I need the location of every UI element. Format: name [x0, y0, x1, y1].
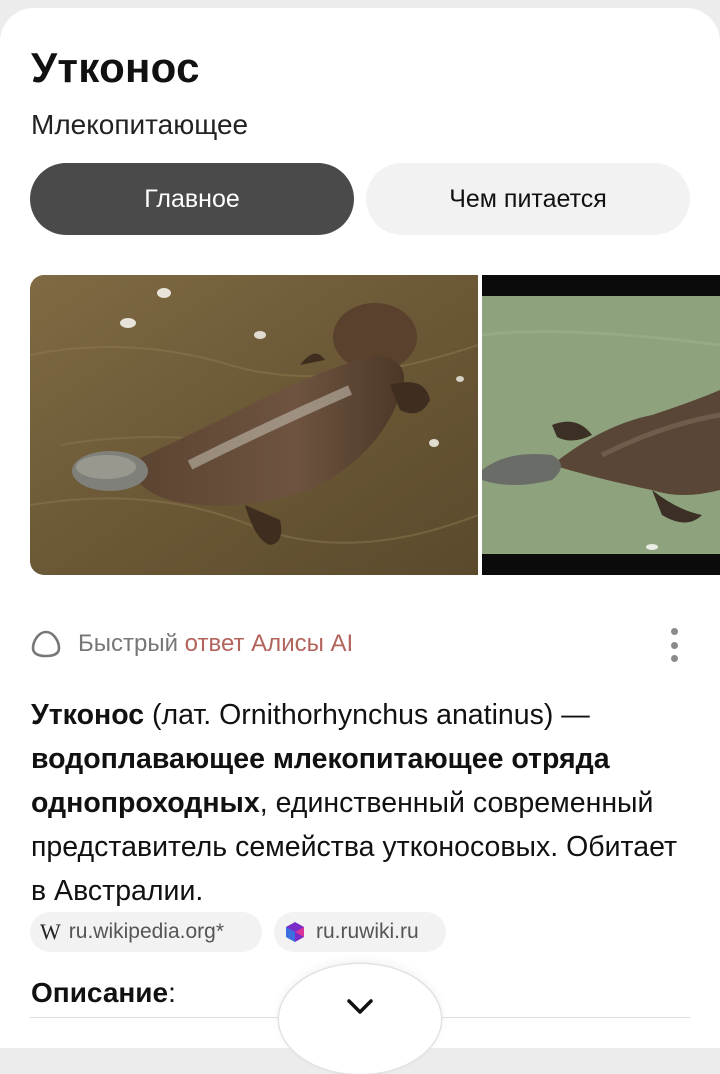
kebab-menu-icon[interactable]: [664, 628, 684, 662]
wikipedia-icon: W: [40, 919, 61, 944]
answer-term: Утконос: [31, 699, 145, 731]
card-title: Утконос: [31, 44, 200, 91]
tab-diet-label: Чем питается: [449, 184, 607, 213]
source-wikipedia[interactable]: W ru.wikipedia.org*: [30, 912, 262, 952]
source-ruwiki[interactable]: ru.ruwiki.ru: [274, 912, 446, 952]
platypus-photo-2: [482, 275, 720, 575]
ai-answer-label-prefix: Быстрый: [78, 630, 178, 657]
description-heading-text: Описание: [31, 977, 169, 1008]
tab-diet[interactable]: Чем питается: [366, 163, 690, 235]
ruwiki-icon: [286, 922, 304, 942]
answer-latin: (лат. Ornithorhynchus anatinus) —: [144, 699, 590, 731]
expand-button[interactable]: [279, 964, 441, 1074]
source-wikipedia-label: ru.wikipedia.org*: [68, 920, 225, 943]
platypus-photo-1: [30, 275, 478, 575]
description-heading: Описание:: [31, 977, 176, 1009]
chevron-down-icon: [347, 999, 373, 1014]
ai-answer-header: Быстрый ответ Алисы AI: [30, 628, 353, 660]
tab-main-label: Главное: [144, 184, 240, 213]
gallery-image-1[interactable]: [30, 275, 478, 575]
card-subtitle: Млекопитающее: [31, 109, 249, 140]
ai-answer-text: Утконос (лат. Ornithorhynchus anatinus) …: [31, 693, 691, 913]
alice-ring-icon: [31, 630, 61, 658]
gallery-image-2[interactable]: [482, 275, 720, 575]
tab-main[interactable]: Главное: [30, 163, 354, 235]
source-ruwiki-label: ru.ruwiki.ru: [316, 920, 419, 943]
description-heading-colon: :: [168, 977, 176, 1008]
knowledge-card: Утконос Млекопитающее Главное Чем питает…: [0, 8, 720, 1048]
ai-answer-label-suffix: ответ Алисы AI: [184, 630, 354, 657]
